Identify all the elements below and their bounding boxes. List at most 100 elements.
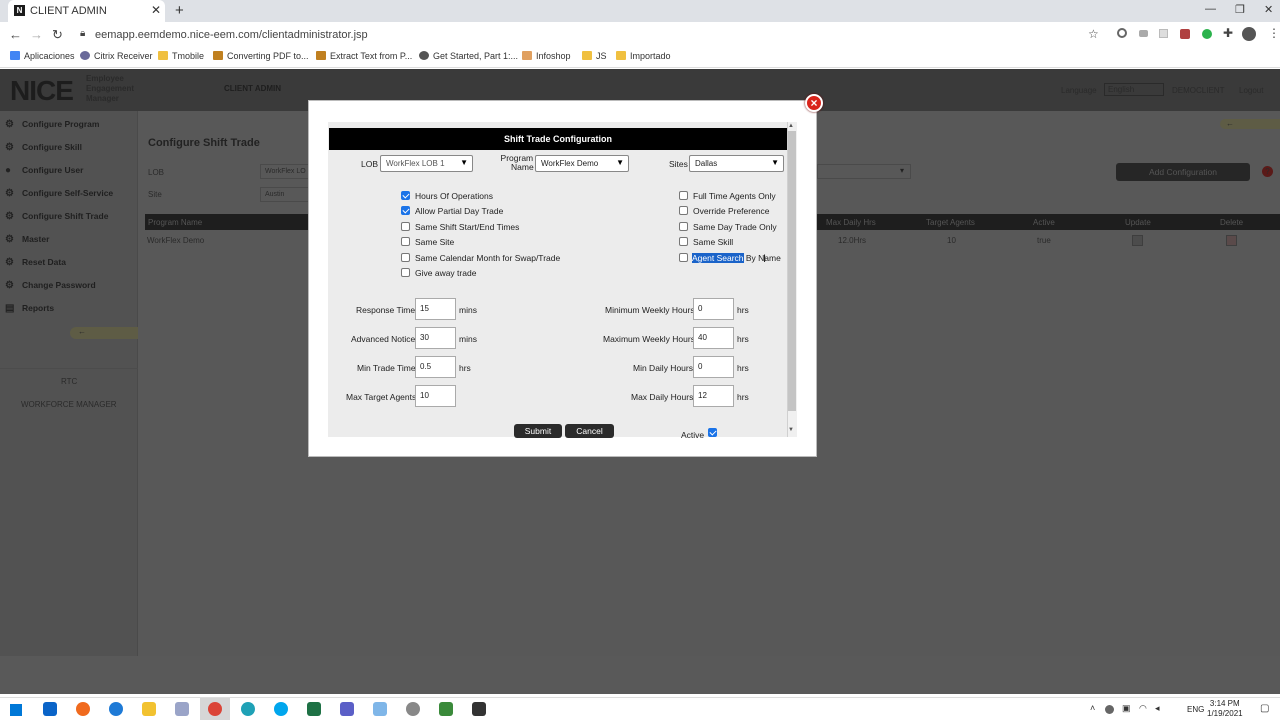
extension-icon[interactable]: [1139, 30, 1148, 37]
full-time-agents-checkbox[interactable]: [679, 191, 688, 200]
nav-rtc[interactable]: RTC: [61, 377, 77, 386]
site-select[interactable]: Austin: [260, 187, 310, 202]
extension-icon[interactable]: [1159, 29, 1168, 38]
logout-link[interactable]: Logout: [1239, 86, 1263, 95]
browser-tab[interactable]: N CLIENT ADMIN ✕: [8, 0, 165, 22]
language-indicator[interactable]: ENG: [1187, 705, 1204, 714]
bookmark-tmobile[interactable]: Tmobile: [158, 51, 204, 61]
minimize-icon[interactable]: —: [1205, 3, 1216, 15]
cancel-button[interactable]: Cancel: [565, 424, 614, 438]
tray-icon[interactable]: [1105, 705, 1114, 714]
active-checkbox[interactable]: [708, 428, 717, 437]
delete-icon[interactable]: [1226, 235, 1237, 246]
help-icon[interactable]: ?: [1262, 166, 1273, 177]
add-configuration-button[interactable]: Add Configuration: [1116, 163, 1250, 181]
taskbar-clock[interactable]: 3:14 PM 1/19/2021: [1207, 699, 1243, 719]
extension-icon[interactable]: [1202, 29, 1212, 39]
bookmark-get-started[interactable]: Get Started, Part 1:...: [419, 51, 518, 61]
same-skill-checkbox[interactable]: [679, 237, 688, 246]
bookmark-converting-pdf[interactable]: Converting PDF to...: [213, 51, 309, 61]
edit-icon[interactable]: [1132, 235, 1143, 246]
file-explorer-icon[interactable]: [142, 702, 156, 716]
nav-master[interactable]: ⚙ Master: [0, 229, 138, 251]
modal-lob-select[interactable]: WorkFlex LOB 1 ▼: [380, 155, 473, 172]
same-shift-times-checkbox[interactable]: [401, 222, 410, 231]
nav-configure-user[interactable]: ● Configure User: [0, 160, 138, 182]
bookmark-js[interactable]: JS: [582, 51, 607, 61]
nav-reset-data[interactable]: ⚙ Reset Data: [0, 252, 138, 274]
language-select[interactable]: English: [1104, 83, 1164, 96]
tray-chevron-icon[interactable]: ˄: [1090, 703, 1095, 713]
bookmark-citrix[interactable]: Citrix Receiver: [80, 51, 153, 61]
profile-avatar[interactable]: [1242, 27, 1256, 41]
collapse-sidebar-button[interactable]: ←: [70, 327, 138, 339]
sites-select[interactable]: Dallas ▼: [689, 155, 784, 172]
chrome-icon[interactable]: [208, 702, 222, 716]
min-daily-hours-input[interactable]: 0: [693, 356, 734, 378]
nav-configure-program[interactable]: ⚙ Configure Program: [0, 114, 138, 136]
give-away-trade-checkbox[interactable]: [401, 268, 410, 277]
extension-icon[interactable]: [1117, 28, 1127, 38]
hours-of-operations-checkbox[interactable]: [401, 191, 410, 200]
nav-change-password[interactable]: ⚙ Change Password: [0, 275, 138, 297]
extension-icon[interactable]: [1180, 29, 1190, 39]
notepad-icon[interactable]: [373, 702, 387, 716]
app-icon[interactable]: [175, 702, 189, 716]
lock-tray-icon[interactable]: ▣: [1122, 703, 1131, 714]
back-arrow-button[interactable]: ←: [1220, 119, 1280, 129]
excel-icon[interactable]: [307, 702, 321, 716]
c-app-icon[interactable]: [472, 702, 486, 716]
notification-icon[interactable]: ▢: [1260, 703, 1269, 714]
advanced-notice-input[interactable]: 30: [415, 327, 456, 349]
same-site-checkbox[interactable]: [401, 237, 410, 246]
wifi-icon[interactable]: ◠: [1139, 703, 1147, 714]
nav-configure-self-service[interactable]: ⚙ Configure Self-Service: [0, 183, 138, 205]
bookmark-importado[interactable]: Importado: [616, 51, 671, 61]
scroll-up-icon[interactable]: ▲: [788, 123, 794, 129]
reload-icon[interactable]: ↻: [52, 27, 63, 43]
nav-reports[interactable]: ▤ Reports: [0, 298, 138, 320]
camtasia-icon[interactable]: [439, 702, 453, 716]
windows-start-icon[interactable]: [10, 704, 22, 716]
bookmark-infoshop[interactable]: Infoshop: [522, 51, 571, 61]
scrollbar-thumb[interactable]: [788, 131, 796, 411]
outlook-icon[interactable]: [43, 702, 57, 716]
lob-select[interactable]: WorkFlex LO: [260, 164, 310, 179]
submit-button[interactable]: Submit: [514, 424, 562, 438]
scroll-down-icon[interactable]: ▼: [788, 427, 794, 433]
max-target-agents-input[interactable]: 10: [415, 385, 456, 407]
new-tab-icon[interactable]: +: [175, 2, 184, 19]
nav-configure-shift-trade[interactable]: ⚙ Configure Shift Trade: [0, 206, 138, 228]
chrome-menu-icon[interactable]: ⋮: [1268, 26, 1280, 40]
edge-legacy-icon[interactable]: [109, 702, 123, 716]
settings-icon[interactable]: [406, 702, 420, 716]
min-trade-time-input[interactable]: 0.5: [415, 356, 456, 378]
firefox-icon[interactable]: [76, 702, 90, 716]
program-name-select[interactable]: WorkFlex Demo ▼: [535, 155, 629, 172]
close-dialog-button[interactable]: ×: [805, 94, 823, 112]
same-day-trade-checkbox[interactable]: [679, 222, 688, 231]
edge-icon[interactable]: [241, 702, 255, 716]
puzzle-icon[interactable]: ✚: [1223, 26, 1233, 40]
override-preference-checkbox[interactable]: [679, 206, 688, 215]
min-weekly-hours-input[interactable]: 0: [693, 298, 734, 320]
restore-icon[interactable]: ❐: [1235, 3, 1245, 16]
teams-icon[interactable]: [340, 702, 354, 716]
nav-workforce-manager[interactable]: WORKFORCE MANAGER: [21, 400, 117, 409]
bookmark-extract-text[interactable]: Extract Text from P...: [316, 51, 412, 61]
bookmark-apps[interactable]: Aplicaciones: [10, 51, 75, 61]
back-icon[interactable]: ←: [9, 27, 22, 42]
program-select-bg[interactable]: [817, 164, 911, 179]
response-time-input[interactable]: 15: [415, 298, 456, 320]
allow-partial-day-trade-checkbox[interactable]: [401, 206, 410, 215]
agent-search-checkbox[interactable]: [679, 253, 688, 262]
window-close-icon[interactable]: ✕: [1264, 3, 1273, 16]
skype-icon[interactable]: [274, 702, 288, 716]
max-daily-hours-input[interactable]: 12: [693, 385, 734, 407]
max-weekly-hours-input[interactable]: 40: [693, 327, 734, 349]
same-calendar-month-checkbox[interactable]: [401, 253, 410, 262]
nav-configure-skill[interactable]: ⚙ Configure Skill: [0, 137, 138, 159]
forward-icon[interactable]: →: [30, 27, 43, 42]
volume-icon[interactable]: ◂: [1155, 703, 1160, 714]
tab-close-icon[interactable]: ✕: [151, 3, 161, 17]
